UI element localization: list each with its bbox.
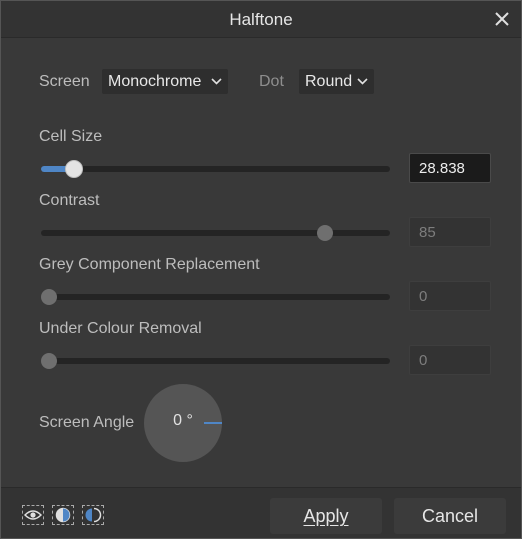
screen-angle-value: 0 ° <box>173 412 193 429</box>
split-view-button[interactable] <box>52 505 74 525</box>
dot-label: Dot <box>259 73 284 90</box>
slider-thumb[interactable] <box>65 160 84 178</box>
cancel-button[interactable]: Cancel <box>394 498 506 534</box>
cell-size-label: Cell Size <box>39 128 103 145</box>
dialog-title: Halftone <box>229 10 293 29</box>
under-colour-removal-slider[interactable] <box>41 353 390 369</box>
grey-component-replacement-slider[interactable] <box>41 289 390 305</box>
under-colour-removal-label: Under Colour Removal <box>39 320 202 337</box>
contrast-label: Contrast <box>39 192 100 209</box>
dialog-footer: Apply Cancel <box>1 487 521 538</box>
eye-icon <box>24 510 42 520</box>
screen-label: Screen <box>39 73 90 90</box>
screen-angle-dial[interactable]: 0 ° <box>144 384 222 462</box>
mirror-view-button[interactable] <box>82 505 104 525</box>
title-bar: Halftone <box>1 1 521 38</box>
cell-size-slider[interactable] <box>41 160 390 178</box>
close-icon[interactable] <box>493 10 511 28</box>
dot-dropdown[interactable]: Round <box>299 69 374 94</box>
cell-size-input[interactable]: 28.838 <box>409 153 491 183</box>
dot-dropdown-value: Round <box>305 73 353 90</box>
slider-thumb[interactable] <box>41 289 57 305</box>
screen-dropdown-value: Monochrome <box>108 73 202 90</box>
apply-button[interactable]: Apply <box>270 498 382 534</box>
grey-component-replacement-label: Grey Component Replacement <box>39 256 260 273</box>
screen-dropdown[interactable]: Monochrome <box>102 69 228 94</box>
screen-angle-label: Screen Angle <box>39 414 135 431</box>
apply-button-label: Apply <box>303 506 349 526</box>
mirror-view-icon <box>85 507 102 523</box>
contrast-input[interactable]: 85 <box>409 217 491 247</box>
slider-thumb[interactable] <box>41 353 57 369</box>
split-view-icon <box>55 507 71 523</box>
chevron-down-icon <box>211 78 222 85</box>
preview-toggle-button[interactable] <box>22 505 44 525</box>
grey-component-replacement-input[interactable]: 0 <box>409 281 491 311</box>
contrast-slider[interactable] <box>41 225 390 241</box>
halftone-dialog: Halftone Screen Monochrome Dot Round Cel… <box>0 0 522 539</box>
slider-thumb[interactable] <box>317 225 334 241</box>
angle-indicator <box>204 422 222 424</box>
chevron-down-icon <box>357 78 368 85</box>
under-colour-removal-input[interactable]: 0 <box>409 345 491 375</box>
